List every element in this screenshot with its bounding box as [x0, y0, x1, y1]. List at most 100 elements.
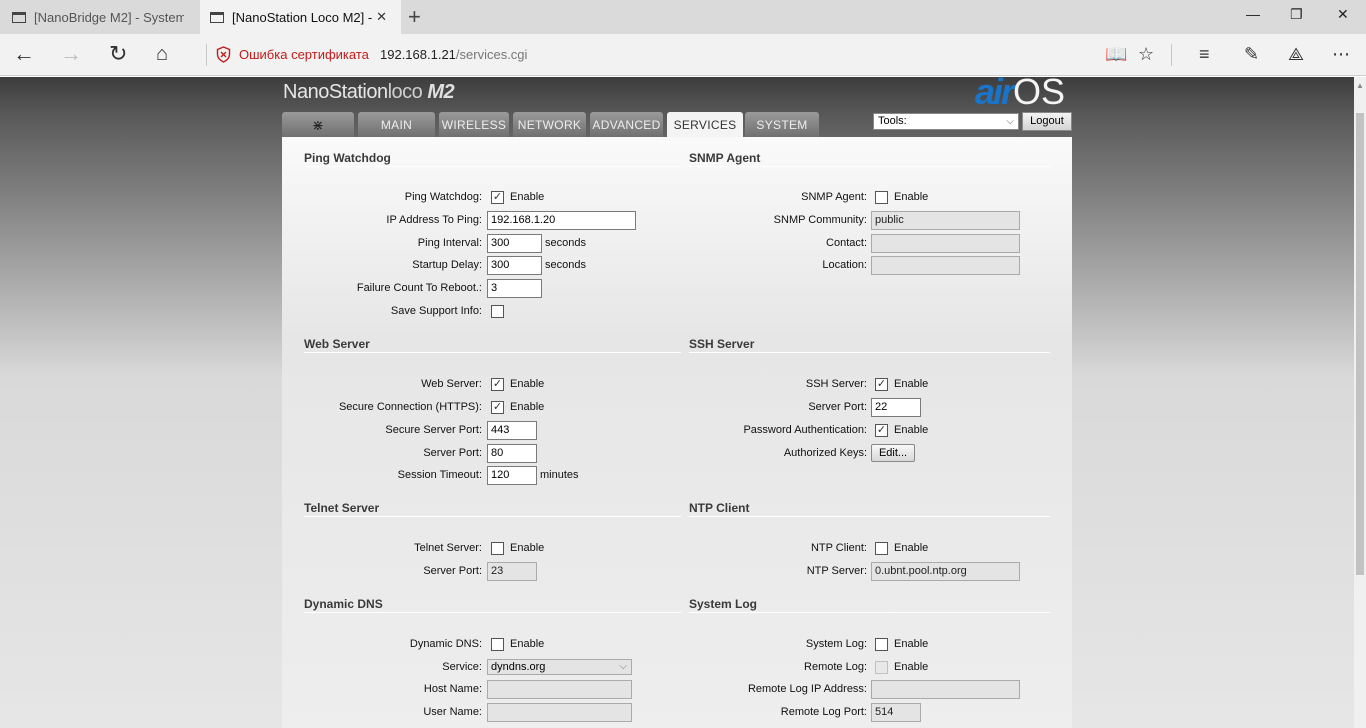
save-support-checkbox[interactable]: [491, 305, 504, 318]
web-port-input[interactable]: 80: [487, 444, 537, 463]
favorite-star-icon[interactable]: ☆: [1138, 44, 1154, 65]
logout-button[interactable]: Logout: [1022, 112, 1072, 131]
tab-ubnt-logo[interactable]: ⋇: [282, 112, 354, 138]
certificate-error-icon[interactable]: [216, 46, 231, 63]
startup-delay-unit: seconds: [545, 259, 586, 271]
tab-main[interactable]: MAIN: [358, 112, 435, 138]
tab-network[interactable]: NETWORK: [513, 112, 586, 138]
refresh-icon[interactable]: ↻: [109, 42, 127, 66]
browser-tab-nanostation[interactable]: [NanoStation Loco M2] - ✕: [200, 0, 401, 34]
password-auth-label: Password Authentication:: [743, 424, 867, 436]
ping-interval-input[interactable]: 300: [487, 234, 542, 253]
ntp-client-label: NTP Client:: [810, 542, 867, 554]
startup-delay-label: Startup Delay:: [412, 259, 482, 271]
section-divider: [689, 516, 1050, 517]
ip-to-ping-input[interactable]: 192.168.1.20: [487, 211, 636, 230]
ping-watchdog-checkbox[interactable]: ✓: [491, 191, 504, 204]
tab-wireless[interactable]: WIRELESS: [439, 112, 509, 138]
system-log-label: System Log:: [805, 638, 867, 650]
ddns-host-label: Host Name:: [423, 683, 482, 695]
section-title-ssh-server: SSH Server: [689, 337, 755, 351]
ddns-service-select[interactable]: dyndns.org ⌵: [487, 659, 632, 675]
https-enable-text: Enable: [510, 401, 545, 413]
tools-select[interactable]: Tools: ⌵: [873, 113, 1019, 130]
system-log-checkbox[interactable]: [875, 638, 888, 651]
scrollbar-thumb[interactable]: [1356, 113, 1364, 575]
web-server-checkbox[interactable]: ✓: [491, 378, 504, 391]
secure-port-input[interactable]: 443: [487, 421, 537, 440]
snmp-contact-label: Contact:: [826, 237, 867, 249]
password-auth-checkbox[interactable]: ✓: [875, 424, 888, 437]
ntp-client-checkbox[interactable]: [875, 542, 888, 555]
ubiquiti-antenna-icon: ⋇: [311, 117, 325, 133]
url-field[interactable]: 192.168.1.21/services.cgi: [380, 47, 527, 62]
browser-tab-nanobridge[interactable]: [NanoBridge M2] - System: [0, 0, 200, 34]
section-title-telnet-server: Telnet Server: [304, 501, 380, 515]
certificate-error-text[interactable]: Ошибка сертификата: [239, 47, 369, 62]
password-auth-enable-text: Enable: [894, 424, 929, 436]
snmp-location-input[interactable]: [871, 256, 1020, 275]
chevron-down-icon: ⌵: [1006, 116, 1014, 127]
ddns-host-input[interactable]: [487, 680, 632, 699]
section-divider: [689, 612, 1050, 613]
back-arrow-icon[interactable]: ←: [13, 42, 35, 66]
new-tab-icon[interactable]: +: [408, 4, 421, 30]
secure-port-label: Secure Server Port:: [385, 424, 482, 436]
ntp-server-input[interactable]: 0.ubnt.pool.ntp.org: [871, 562, 1020, 581]
failure-count-label: Failure Count To Reboot.:: [356, 282, 482, 294]
https-checkbox[interactable]: ✓: [491, 401, 504, 414]
close-window-icon[interactable]: ✕: [1337, 6, 1349, 23]
ping-watchdog-enable-text: Enable: [510, 191, 545, 203]
url-host: 192.168.1.21: [380, 47, 456, 62]
divider: [206, 44, 207, 66]
failure-count-input[interactable]: 3: [487, 279, 542, 298]
section-title-dynamic-dns: Dynamic DNS: [304, 597, 383, 611]
snmp-contact-input[interactable]: [871, 234, 1020, 253]
browser-tab-label: [NanoStation Loco M2] -: [232, 9, 373, 25]
address-bar: ← → ↻ ⌂ Ошибка сертификата 192.168.1.21/…: [0, 34, 1366, 76]
remote-log-label: Remote Log:: [804, 661, 867, 673]
share-icon[interactable]: ⟁: [1288, 44, 1304, 65]
tab-system[interactable]: SYSTEM: [745, 112, 819, 138]
ntp-client-enable-text: Enable: [894, 542, 929, 554]
more-icon[interactable]: ⋯: [1332, 44, 1350, 65]
telnet-port-input[interactable]: 23: [487, 562, 537, 581]
section-divider: [304, 352, 681, 353]
snmp-community-input[interactable]: public: [871, 211, 1020, 230]
tab-services[interactable]: SERVICES: [667, 112, 743, 139]
snmp-agent-checkbox[interactable]: [875, 191, 888, 204]
session-timeout-label: Session Timeout:: [397, 469, 482, 481]
forward-arrow-icon[interactable]: →: [60, 42, 82, 66]
remote-log-checkbox[interactable]: [875, 661, 888, 674]
edit-keys-button[interactable]: Edit...: [871, 444, 915, 462]
remote-log-port-label: Remote Log Port:: [780, 706, 867, 718]
telnet-server-checkbox[interactable]: [491, 542, 504, 555]
close-tab-icon[interactable]: ✕: [376, 9, 387, 25]
divider: [1171, 44, 1172, 66]
services-panel: Ping Watchdog Ping Watchdog: ✓ Enable IP…: [282, 137, 1072, 728]
ping-watchdog-label: Ping Watchdog:: [404, 191, 482, 203]
page-scrollbar[interactable]: ▲: [1354, 77, 1366, 728]
minimize-icon[interactable]: —: [1246, 6, 1260, 22]
home-icon[interactable]: ⌂: [156, 42, 168, 66]
remote-log-ip-input[interactable]: [871, 680, 1020, 699]
reading-view-icon[interactable]: 📖: [1105, 44, 1127, 65]
tab-advanced[interactable]: ADVANCED: [590, 112, 663, 138]
scroll-up-icon[interactable]: ▲: [1356, 81, 1364, 90]
session-timeout-input[interactable]: 120: [487, 466, 537, 485]
ssh-server-enable-text: Enable: [894, 378, 929, 390]
hub-icon[interactable]: ≡: [1199, 44, 1210, 65]
https-label: Secure Connection (HTTPS):: [338, 401, 482, 413]
startup-delay-input[interactable]: 300: [487, 256, 542, 275]
remote-log-port-input[interactable]: 514: [871, 703, 921, 722]
section-title-snmp-agent: SNMP Agent: [689, 151, 761, 165]
url-path: /services.cgi: [455, 47, 528, 62]
web-note-icon[interactable]: ✎: [1244, 44, 1259, 65]
page-icon: [210, 11, 224, 23]
dynamic-dns-checkbox[interactable]: [491, 638, 504, 651]
ssh-port-input[interactable]: 22: [871, 398, 921, 417]
restore-icon[interactable]: ❐: [1290, 6, 1303, 23]
ssh-server-checkbox[interactable]: ✓: [875, 378, 888, 391]
ddns-user-input[interactable]: [487, 703, 632, 722]
snmp-location-label: Location:: [822, 259, 867, 271]
